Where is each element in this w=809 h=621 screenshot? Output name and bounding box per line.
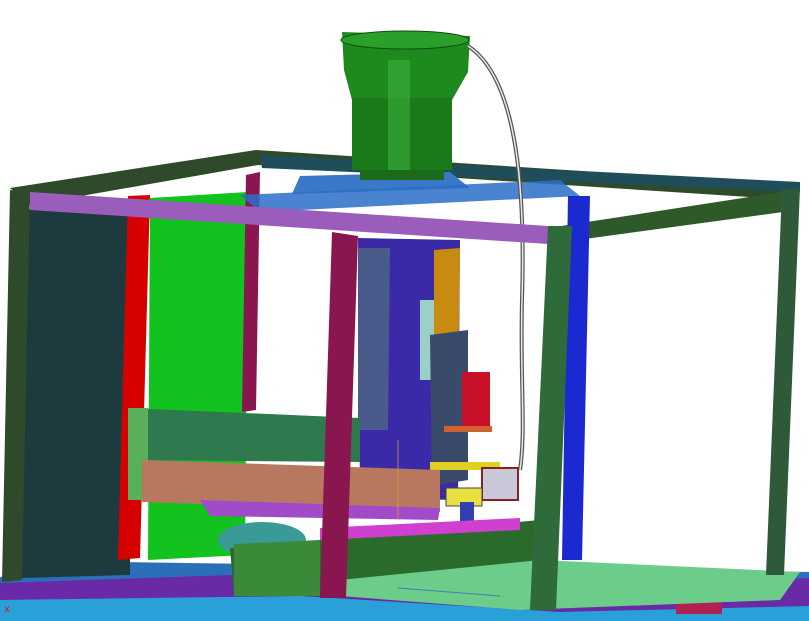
- gripper-tip: [460, 502, 474, 522]
- axis-triad-label: x: [4, 604, 10, 615]
- actuator-clamp-orange: [444, 426, 492, 432]
- cad-3d-viewport[interactable]: x: [0, 0, 809, 621]
- gripper-block: [481, 467, 519, 501]
- actuator-red: [462, 372, 490, 426]
- lower-rail-light: [234, 540, 320, 596]
- assembly-model[interactable]: [0, 0, 809, 621]
- slide-column-face: [358, 248, 390, 430]
- feeder-bowl-foot: [360, 170, 444, 180]
- feeder-bowl-highlight: [388, 60, 410, 170]
- feeder-bowl-rim: [340, 30, 470, 50]
- left-back-panel: [22, 205, 130, 578]
- far-right-post: [766, 188, 800, 575]
